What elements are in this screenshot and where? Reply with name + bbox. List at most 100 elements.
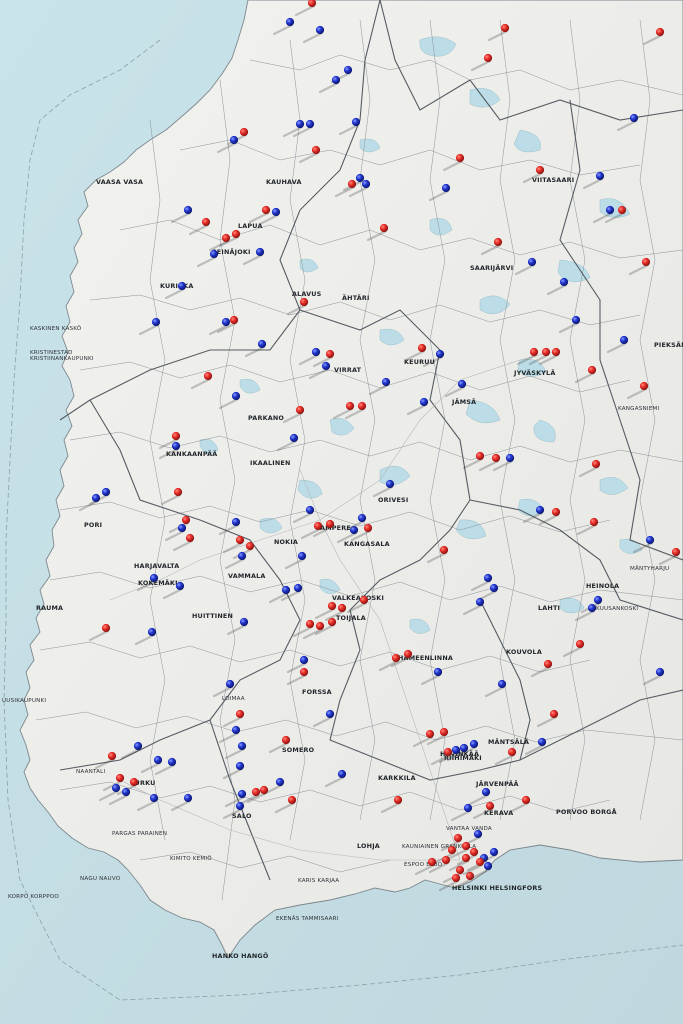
blue-pin-head [151,317,161,327]
red-pin-head [529,347,539,357]
red-pin-head [287,795,297,805]
blue-pin-head [295,119,305,129]
blue-pin-head [281,585,291,595]
red-pin-head [447,845,457,855]
red-pin-head [507,747,517,757]
label-helsinki: HELSINKI HELSINGFORS [452,884,543,892]
blue-pin-head [505,453,515,463]
label-porvoo: PORVOO BORGÅ [556,807,617,816]
blue-pin-head [289,433,299,443]
blue-pin-head [305,119,315,129]
label-korpo: KORPO KORPPOO [8,894,59,900]
blue-pin-head [149,573,159,583]
blue-pin-head [121,787,131,797]
red-pin-head [181,515,191,525]
red-pin-head [345,401,355,411]
label-mantyharju: MÄNTYHARJU [630,565,669,572]
blue-pin-head [351,117,361,127]
blue-pin-head [315,25,325,35]
blue-pin-head [527,257,537,267]
blue-pin-head [299,655,309,665]
blue-pin-head [343,65,353,75]
label-kemio: KIMITO KEMIÖ [170,855,212,862]
blue-pin-head [237,551,247,561]
blue-pin-head [235,801,245,811]
blue-pin-head [237,741,247,751]
label-naantali: NAANTALI [76,769,106,775]
blue-pin-head [489,847,499,857]
label-kaskinen: KASKINEN KASKÖ [30,325,82,332]
blue-pin-head [331,75,341,85]
blue-pin-head [275,777,285,787]
blue-pin-head [239,617,249,627]
blue-pin-head [593,595,603,605]
red-pin-head [500,23,510,33]
red-pin-head [299,297,309,307]
blue-pin-head [571,315,581,325]
red-pin-head [325,519,335,529]
blue-pin-head [435,349,445,359]
label-espoo: ESPOO ESBO [404,862,443,868]
blue-pin-head [559,277,569,287]
label-kouvola: KOUVOLA [506,648,542,656]
label-forssa: FORSSA [302,688,332,696]
blue-pin-head [361,179,371,189]
blue-pin-head [655,667,665,677]
red-pin-head [357,401,367,411]
label-mantsala: MÄNTSÄLÄ [488,737,529,746]
map-photograph: VAASA VASA KASKINEN KASKÖ KRISTIINANKAUP… [0,0,683,1024]
blue-pin-head [355,173,365,183]
label-parkano: PARKANO [248,414,284,422]
label-alavus: ALAVUS [292,290,322,298]
blue-pin-head [183,793,193,803]
label-toijala: TOIJALA [336,614,366,622]
red-pin-head [259,785,269,795]
label-hanko: HANKO HANGÖ [212,951,269,960]
label-karkkila: KARKKILA [378,774,416,782]
label-jarvenpaa: JÄRVENPÄÄ [475,779,519,788]
label-jamsa: JÄMSÄ [451,397,476,406]
red-pin-head [641,257,651,267]
blue-pin-head [311,347,321,357]
blue-pin-head [221,317,231,327]
red-pin-head [461,841,471,851]
red-pin-head [327,617,337,627]
red-pin-head [171,431,181,441]
label-pori: PORI [84,521,102,529]
red-pin-head [575,639,585,649]
red-pin-head [439,545,449,555]
red-pin-head [299,667,309,677]
blue-pin-head [357,513,367,523]
label-huittinen: HUITTINEN [192,612,233,620]
red-pin-head [325,349,335,359]
label-valkeakoski: VALKEAKOSKI [332,594,384,602]
blue-pin-head [91,493,101,503]
blue-pin-head [293,583,303,593]
label-lapua: LAPUA [238,222,263,230]
red-pin-head [363,523,373,533]
red-pin-head [393,795,403,805]
red-pin-head [201,217,211,227]
red-pin-head [441,855,451,865]
red-pin-head [427,857,437,867]
label-jyvaskyla: JYVÄSKYLÄ [513,368,555,377]
label-nokia: NOKIA [274,538,298,546]
blue-pin-head [225,679,235,689]
blue-pin-head [325,709,335,719]
blue-pin-head [381,377,391,387]
red-pin-head [315,621,325,631]
blue-pin-head [167,757,177,767]
blue-pin-head [297,551,307,561]
red-pin-head [347,179,357,189]
red-pin-head [535,165,545,175]
blue-pin-head [497,679,507,689]
red-pin-head [235,535,245,545]
red-pin-head [231,229,241,239]
red-pin-head [491,453,501,463]
blue-pin-head [101,487,111,497]
blue-pin-head [177,523,187,533]
label-kangasniemi: KANGASNIEMI [618,406,659,412]
red-pin-head [453,833,463,843]
blue-pin-head [605,205,615,215]
blue-pin-head [255,247,265,257]
